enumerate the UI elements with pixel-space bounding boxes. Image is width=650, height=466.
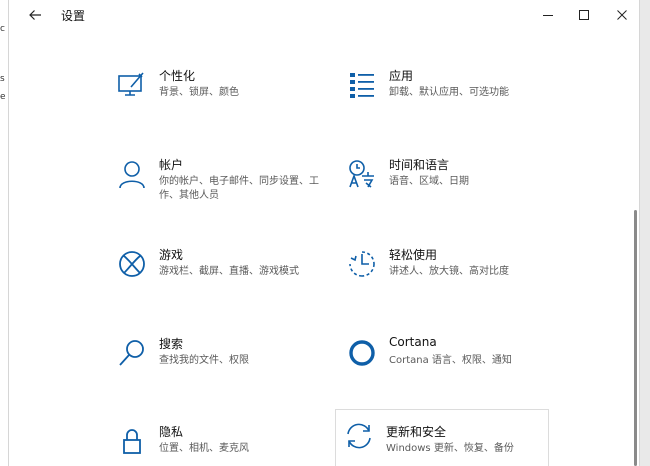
tile-title: 帐户: [159, 158, 184, 172]
minimize-icon: [543, 15, 553, 16]
window-title: 设置: [61, 9, 86, 23]
ease-of-access-icon: [347, 249, 377, 279]
account-person-icon: [117, 159, 147, 189]
update-sync-icon: [344, 421, 374, 451]
tile-description: 位置、相机、麦克风: [159, 443, 249, 454]
back-button[interactable]: [15, 0, 55, 30]
cortana-ring-icon: [347, 338, 377, 368]
tile-description: 查找我的文件、权限: [159, 355, 249, 366]
tile-description: 游戏栏、截屏、直播、游戏模式: [159, 266, 299, 277]
tile-description: 卸载、默认应用、可选功能: [389, 87, 509, 98]
background-text-fragment: s: [0, 74, 5, 84]
back-arrow-icon: [29, 10, 41, 20]
personalization-icon: [117, 70, 147, 100]
title-bar: 设置: [9, 0, 639, 30]
tile-description: 你的帐户、电子邮件、同步设置、工作、其他人员: [159, 176, 319, 201]
tile-title: 游戏: [159, 248, 184, 262]
tile-personalization[interactable]: 个性化 背景、锁屏、颜色: [109, 64, 349, 128]
xbox-icon: [117, 249, 147, 279]
tile-accounts[interactable]: 帐户 你的帐户、电子邮件、同步设置、工作、其他人员: [109, 153, 349, 217]
tile-title: Cortana: [389, 335, 437, 349]
tile-title: 隐私: [159, 425, 184, 439]
tile-title: 轻松使用: [389, 248, 438, 262]
tile-description: Cortana 语言、权限、通知: [389, 355, 512, 366]
tile-privacy[interactable]: 隐私 位置、相机、麦克风: [109, 420, 349, 466]
tile-title: 应用: [389, 69, 414, 83]
time-language-icon: [347, 159, 377, 189]
tile-description: 语音、区域、日期: [389, 176, 469, 187]
tile-cortana[interactable]: Cortana Cortana 语言、权限、通知: [339, 332, 579, 396]
scrollbar-thumb[interactable]: [634, 210, 637, 466]
search-icon: [117, 338, 147, 368]
tile-update-security[interactable]: 更新和安全 Windows 更新、恢复、备份: [335, 409, 549, 466]
tile-description: 背景、锁屏、颜色: [159, 87, 239, 98]
tile-title: 个性化: [159, 69, 196, 83]
background-text-fragment: c: [0, 24, 5, 34]
tile-ease-of-access[interactable]: 轻松使用 讲述人、放大镜、高对比度: [339, 243, 579, 307]
tile-description: Windows 更新、恢复、备份: [386, 443, 514, 454]
maximize-icon: [579, 10, 589, 20]
apps-list-icon: [347, 70, 377, 100]
tile-title: 搜索: [159, 337, 184, 351]
close-icon: [617, 10, 627, 20]
tile-title: 时间和语言: [389, 158, 450, 172]
lock-icon: [117, 426, 147, 456]
tile-gaming[interactable]: 游戏 游戏栏、截屏、直播、游戏模式: [109, 243, 349, 307]
tile-time-language[interactable]: 时间和语言 语音、区域、日期: [339, 153, 579, 217]
settings-window: 设置 个性化 背景、锁屏、颜色 应用 卸载、默认应用、可选功能 帐户 你的帐户、…: [8, 0, 640, 466]
tile-description: 讲述人、放大镜、高对比度: [389, 266, 509, 277]
tile-title: 更新和安全: [386, 425, 447, 439]
tile-apps[interactable]: 应用 卸载、默认应用、可选功能: [339, 64, 579, 128]
tile-search[interactable]: 搜索 查找我的文件、权限: [109, 332, 349, 396]
background-text-fragment: e: [0, 92, 6, 102]
close-button[interactable]: [599, 0, 639, 30]
